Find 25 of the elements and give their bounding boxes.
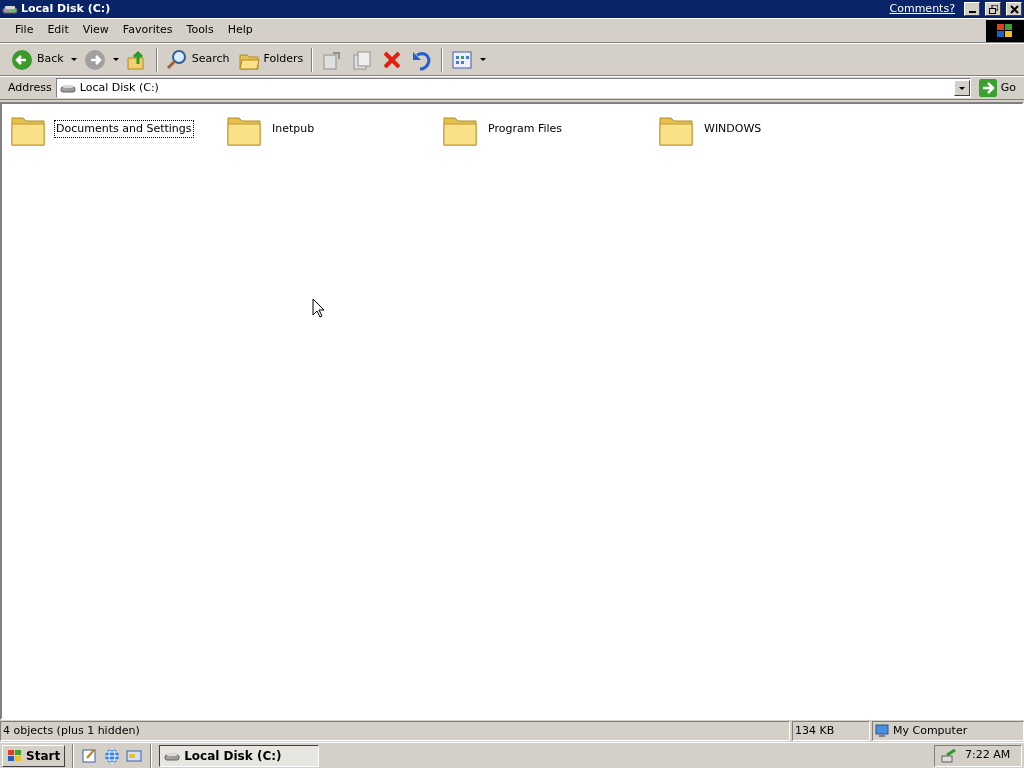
address-field[interactable]: Local Disk (C:) xyxy=(55,78,971,98)
zone-label: My Computer xyxy=(893,722,968,739)
menu-item[interactable]: Tools xyxy=(179,20,221,41)
clock: 7:22 AM xyxy=(965,747,1011,764)
menu-item[interactable]: Favorites xyxy=(115,20,180,41)
menu-item[interactable]: Edit xyxy=(40,20,76,41)
go-button[interactable]: Go xyxy=(974,79,1020,97)
folders-button[interactable]: Folders xyxy=(234,46,307,73)
menu-item[interactable]: File xyxy=(8,20,41,41)
search-button[interactable]: Search xyxy=(162,46,233,73)
back-button[interactable]: Back xyxy=(8,46,67,73)
start-button[interactable]: Start xyxy=(2,744,66,767)
menu-item[interactable]: View xyxy=(75,20,116,41)
window-title: Local Disk (C:) xyxy=(21,0,111,17)
folder-name[interactable]: Documents and Settings xyxy=(54,119,194,139)
address-value: Local Disk (C:) xyxy=(79,79,159,96)
status-pane: 4 objects (plus 1 hidden) xyxy=(0,721,790,741)
menu-item[interactable]: Help xyxy=(220,20,260,41)
status-pane: 134 KB xyxy=(792,721,870,741)
folder-name[interactable]: Inetpub xyxy=(270,119,317,139)
taskbar-button[interactable]: Local Disk (C:) xyxy=(159,744,320,767)
folder-name[interactable]: Program Files xyxy=(486,119,565,139)
address-label: Address xyxy=(8,79,52,96)
comments-link[interactable]: Comments? xyxy=(889,0,955,18)
folder-name[interactable]: WINDOWS xyxy=(702,119,764,139)
